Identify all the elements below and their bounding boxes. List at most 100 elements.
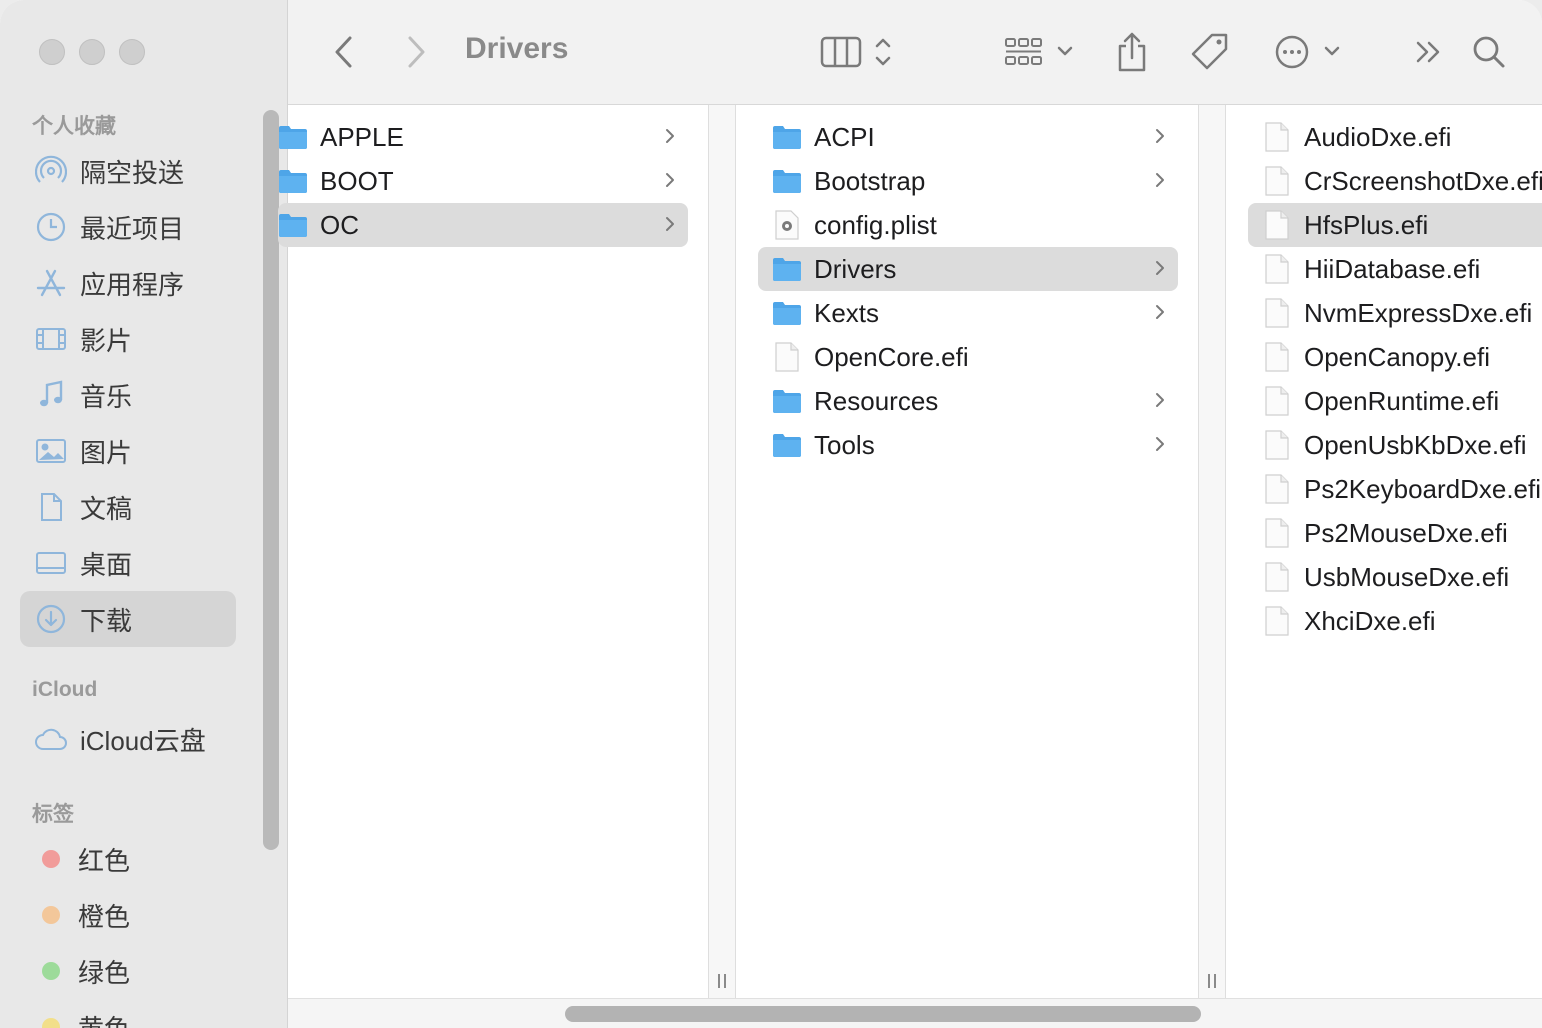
chevron-right-icon [664,214,676,239]
sidebar-item-favorites-7[interactable]: 桌面 [20,535,236,591]
grid-group-icon [1005,38,1073,65]
folder-row[interactable]: Tools [758,423,1178,467]
browser-column-1: APPLE BOOT OC [278,105,708,998]
file-row[interactable]: UsbMouseDxe.efi [1248,555,1542,599]
tag-color-dot-icon [42,1018,60,1028]
more-toolbar-button[interactable] [1414,26,1444,78]
item-name: XhciDxe.efi [1304,605,1436,636]
file-row[interactable]: HiiDatabase.efi [1248,247,1542,291]
sidebar-tag-2[interactable]: 绿色 [20,943,236,999]
file-row[interactable]: CrScreenshotDxe.efi [1248,159,1542,203]
browser-column-3: AudioDxe.efi CrScreenshotDxe.efi HfsPlus.e… [1226,105,1542,998]
file-row[interactable]: OpenCore.efi [758,335,1178,379]
sidebar-tag-3[interactable]: 黄色 [20,999,236,1028]
folder-icon [278,166,308,196]
action-menu-button[interactable] [1274,26,1344,78]
sidebar-tag-0[interactable]: 红色 [20,831,236,887]
sidebar-item-favorites-4[interactable]: 音乐 [20,367,236,423]
item-name: OC [320,209,359,240]
file-row[interactable]: OpenCanopy.efi [1248,335,1542,379]
sidebar-item-label: 音乐 [80,381,133,412]
file-icon [1262,254,1292,284]
plist-file-icon [772,210,802,240]
folder-row[interactable]: Drivers [758,247,1178,291]
window-title: Drivers [465,32,569,65]
file-row[interactable]: HfsPlus.efi [1248,203,1542,247]
sidebar-item-icloud-0[interactable]: iCloud云盘 [20,711,236,767]
folder-row[interactable]: Kexts [758,291,1178,335]
desktop-icon [34,546,68,580]
double-chevron-right-icon [1416,41,1440,63]
column-resize-handle[interactable] [1198,105,1226,998]
tag-color-dot-icon [42,962,60,980]
chevron-right-icon [1154,302,1166,327]
file-row[interactable]: Ps2MouseDxe.efi [1248,511,1542,555]
column-resize-handle[interactable] [708,105,736,998]
search-button[interactable] [1472,26,1506,78]
sidebar-tag-label: 红色 [78,845,131,876]
file-row[interactable]: AudioDxe.efi [1248,115,1542,159]
sidebar-item-label: 应用程序 [80,269,185,300]
sidebar-item-favorites-6[interactable]: 文稿 [20,479,236,535]
zoom-button[interactable] [119,39,145,65]
file-row[interactable]: XhciDxe.efi [1248,599,1542,643]
file-icon [1262,342,1292,372]
horizontal-scrollbar-thumb[interactable] [565,1006,1201,1022]
folder-icon [772,122,802,152]
file-icon [1262,122,1292,152]
sidebar-item-label: iCloud云盘 [80,725,206,756]
tag-icon [1191,33,1228,70]
minimize-button[interactable] [79,39,105,65]
item-name: OpenRuntime.efi [1304,385,1500,416]
columns-view-icon [820,36,891,68]
folder-row[interactable]: APPLE [278,115,688,159]
sidebar-item-favorites-5[interactable]: 图片 [20,423,236,479]
sidebar-item-label: 影片 [80,325,133,356]
file-icon [1262,606,1292,636]
folder-icon [278,210,308,240]
group-button[interactable] [1004,26,1076,78]
file-row[interactable]: Ps2KeyboardDxe.efi [1248,467,1542,511]
item-name: AudioDxe.efi [1304,121,1452,152]
chevron-right-icon [408,36,425,68]
sidebar-item-favorites-3[interactable]: 影片 [20,311,236,367]
share-button[interactable] [1114,26,1150,78]
sidebar-item-favorites-8[interactable]: 下载 [20,591,236,647]
tag-button[interactable] [1190,26,1230,78]
ellipsis-circle-icon [1275,35,1340,69]
forward-button[interactable] [402,26,432,78]
item-name: APPLE [320,121,404,152]
sidebar-tag-label: 黄色 [78,1009,130,1028]
sidebar-item-label: 下载 [80,605,133,636]
file-row[interactable]: OpenRuntime.efi [1248,379,1542,423]
file-icon [1262,518,1292,548]
file-row[interactable]: config.plist [758,203,1178,247]
sidebar-item-favorites-2[interactable]: 应用程序 [20,255,236,311]
sidebar-tag-1[interactable]: 橙色 [20,887,236,943]
file-icon [1262,474,1292,504]
sidebar-scrollbar[interactable] [263,110,279,850]
back-button[interactable] [328,26,358,78]
sidebar-item-label: 最近项目 [80,213,185,244]
file-icon [1262,430,1292,460]
close-button[interactable] [39,39,65,65]
file-row[interactable]: OpenUsbKbDxe.efi [1248,423,1542,467]
sidebar-item-favorites-0[interactable]: 隔空投送 [20,143,236,199]
file-icon [1262,298,1292,328]
view-mode-button[interactable] [820,26,900,78]
tag-color-dot-icon [42,850,60,868]
folder-row[interactable]: Resources [758,379,1178,423]
folder-row[interactable]: ACPI [758,115,1178,159]
sidebar-item-label: 桌面 [80,549,133,580]
file-row[interactable]: NvmExpressDxe.efi [1248,291,1542,335]
item-name: UsbMouseDxe.efi [1304,561,1510,592]
folder-icon [772,298,802,328]
folder-row[interactable]: BOOT [278,159,688,203]
chevron-right-icon [1154,434,1166,459]
sidebar-item-favorites-1[interactable]: 最近项目 [20,199,236,255]
folder-row[interactable]: Bootstrap [758,159,1178,203]
airdrop-icon [34,154,68,188]
document-icon [34,490,68,524]
sidebar-tag-label: 橙色 [78,901,131,932]
folder-row[interactable]: OC [278,203,688,247]
